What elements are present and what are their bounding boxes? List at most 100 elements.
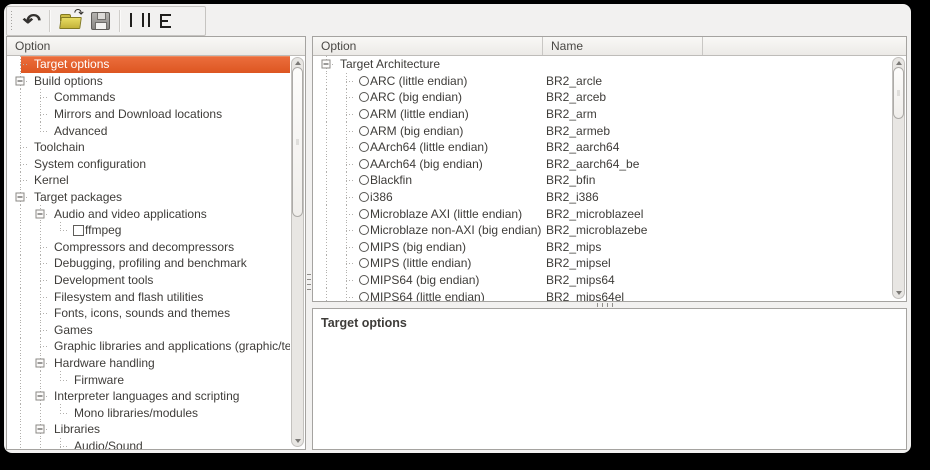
tree-item-label: Microblaze non-AXI (big endian) — [370, 223, 541, 237]
radio-icon[interactable] — [359, 225, 369, 235]
right-scrollbar[interactable] — [892, 57, 905, 299]
tree-item-compressors-and-decompressors[interactable]: Compressors and decompressors — [7, 239, 290, 256]
single-view-button[interactable] — [126, 8, 136, 34]
toolbar-grip[interactable] — [10, 11, 14, 31]
tree-item-label: MIPS64 (big endian) — [370, 273, 479, 287]
save-button[interactable] — [87, 8, 114, 34]
name-column-header: Name — [543, 37, 703, 55]
open-button[interactable]: ↷ — [56, 8, 85, 34]
tree-item-mono-libraries-modules[interactable]: Mono libraries/modules — [7, 404, 290, 421]
tree-item-mips64-little-endian[interactable]: MIPS64 (little endian)BR2_mips64el — [313, 288, 891, 301]
tree-item-aarch64-little-endian[interactable]: AArch64 (little endian)BR2_aarch64 — [313, 139, 891, 156]
radio-icon[interactable] — [359, 275, 369, 285]
left-scrollbar-thumb[interactable] — [292, 67, 303, 217]
tree-item-arc-big-endian[interactable]: ARC (big endian)BR2_arceb — [313, 89, 891, 106]
radio-icon[interactable] — [359, 242, 369, 252]
tree-item-label: Mono libraries/modules — [74, 406, 198, 420]
tree-junction-line — [333, 156, 353, 173]
tree-item-build-options[interactable]: Build options — [7, 73, 290, 90]
tree-item-mips64-big-endian[interactable]: MIPS64 (big endian)BR2_mips64 — [313, 272, 891, 289]
tree-junction-line — [7, 73, 27, 90]
radio-icon[interactable] — [359, 76, 369, 86]
collapse-expander-icon[interactable] — [36, 392, 45, 401]
undo-button[interactable]: ↶ — [20, 8, 44, 34]
collapse-expander-icon[interactable] — [16, 193, 25, 202]
radio-icon[interactable] — [359, 192, 369, 202]
tree-item-microblaze-axi-little-endian[interactable]: Microblaze AXI (little endian)BR2_microb… — [313, 205, 891, 222]
radio-icon[interactable] — [359, 209, 369, 219]
tree-item-kernel[interactable]: Kernel — [7, 172, 290, 189]
tree-junction-line — [27, 239, 47, 256]
tree-item-commands[interactable]: Commands — [7, 89, 290, 106]
tree-guide-line — [7, 122, 27, 139]
tree-item-interpreter-languages-and-scripting[interactable]: Interpreter languages and scripting — [7, 388, 290, 405]
tree-item-target-packages[interactable]: Target packages — [7, 189, 290, 206]
tree-item-target-architecture[interactable]: Target Architecture — [313, 56, 891, 73]
tree-item-development-tools[interactable]: Development tools — [7, 272, 290, 289]
tree-item-label: Target Architecture — [340, 57, 440, 71]
checkbox-icon[interactable] — [73, 225, 84, 236]
tree-item-toolchain[interactable]: Toolchain — [7, 139, 290, 156]
split-view-button[interactable] — [138, 8, 154, 34]
radio-icon[interactable] — [359, 109, 369, 119]
radio-icon[interactable] — [359, 258, 369, 268]
scroll-up-icon[interactable] — [896, 61, 902, 65]
radio-icon[interactable] — [359, 92, 369, 102]
tree-item-firmware[interactable]: Firmware — [7, 371, 290, 388]
tree-item-microblaze-non-axi-big-endian[interactable]: Microblaze non-AXI (big endian)BR2_micro… — [313, 222, 891, 239]
tree-item-advanced[interactable]: Advanced — [7, 122, 290, 139]
tree-item-hardware-handling[interactable]: Hardware handling — [7, 355, 290, 372]
symbol-name: BR2_microblazeel — [546, 207, 643, 221]
tree-item-libraries[interactable]: Libraries — [7, 421, 290, 438]
tree-item-graphic-libraries-and-applications-graphic[interactable]: Graphic libraries and applications (grap… — [7, 338, 290, 355]
scroll-up-icon[interactable] — [295, 61, 301, 65]
tree-item-arm-big-endian[interactable]: ARM (big endian)BR2_armeb — [313, 122, 891, 139]
tree-item-mips-little-endian[interactable]: MIPS (little endian)BR2_mipsel — [313, 255, 891, 272]
collapse-expander-icon[interactable] — [322, 60, 331, 69]
collapse-expander-icon[interactable] — [36, 209, 45, 218]
tree-item-mips-big-endian[interactable]: MIPS (big endian)BR2_mips — [313, 239, 891, 256]
collapse-expander-icon[interactable] — [36, 358, 45, 367]
tree-item-blackfin[interactable]: BlackfinBR2_bfin — [313, 172, 891, 189]
toolbar: ↶ ↷ — [6, 6, 206, 36]
tree-guide-line — [7, 404, 27, 421]
tree-item-target-options[interactable]: Target options — [7, 56, 290, 73]
scroll-down-icon[interactable] — [295, 439, 301, 443]
tree-item-audio-sound[interactable]: Audio/Sound — [7, 438, 290, 449]
tree-item-games[interactable]: Games — [7, 322, 290, 339]
tree-item-ffmpeg[interactable]: ffmpeg — [7, 222, 290, 239]
tree-guide-line — [313, 255, 333, 272]
tree-item-label: Blackfin — [370, 173, 412, 187]
config-tree: Target optionsBuild optionsCommandsMirro… — [7, 56, 290, 449]
radio-icon[interactable] — [359, 142, 369, 152]
collapse-expander-icon[interactable] — [36, 425, 45, 434]
radio-icon[interactable] — [359, 159, 369, 169]
tree-junction-line — [27, 122, 47, 139]
tree-item-audio-and-video-applications[interactable]: Audio and video applications — [7, 205, 290, 222]
config-tree-panel: Option Target optionsBuild optionsComman… — [6, 36, 306, 450]
collapse-expander-icon[interactable] — [16, 76, 25, 85]
full-view-icon — [160, 14, 174, 28]
tree-item-arm-little-endian[interactable]: ARM (little endian)BR2_arm — [313, 106, 891, 123]
full-view-button[interactable] — [156, 8, 178, 34]
radio-icon[interactable] — [359, 175, 369, 185]
radio-icon[interactable] — [359, 292, 369, 301]
radio-icon[interactable] — [359, 126, 369, 136]
tree-item-fonts-icons-sounds-and-themes[interactable]: Fonts, icons, sounds and themes — [7, 305, 290, 322]
tree-item-debugging-profiling-and-benchmark[interactable]: Debugging, profiling and benchmark — [7, 255, 290, 272]
tree-item-system-configuration[interactable]: System configuration — [7, 156, 290, 173]
tree-junction-line — [333, 272, 353, 289]
tree-item-label: i386 — [370, 190, 393, 204]
tree-item-arc-little-endian[interactable]: ARC (little endian)BR2_arcle — [313, 73, 891, 90]
tree-guide-line — [7, 305, 27, 322]
tree-junction-line — [333, 205, 353, 222]
tree-item-filesystem-and-flash-utilities[interactable]: Filesystem and flash utilities — [7, 288, 290, 305]
tree-item-mirrors-and-download-locations[interactable]: Mirrors and Download locations — [7, 106, 290, 123]
tree-item-aarch64-big-endian[interactable]: AArch64 (big endian)BR2_aarch64_be — [313, 156, 891, 173]
symbol-name: BR2_aarch64 — [546, 140, 619, 154]
single-view-icon — [130, 13, 132, 30]
scroll-down-icon[interactable] — [896, 291, 902, 295]
tree-item-i386[interactable]: i386BR2_i386 — [313, 189, 891, 206]
right-scrollbar-thumb[interactable] — [893, 67, 904, 119]
left-scrollbar[interactable] — [291, 57, 304, 447]
